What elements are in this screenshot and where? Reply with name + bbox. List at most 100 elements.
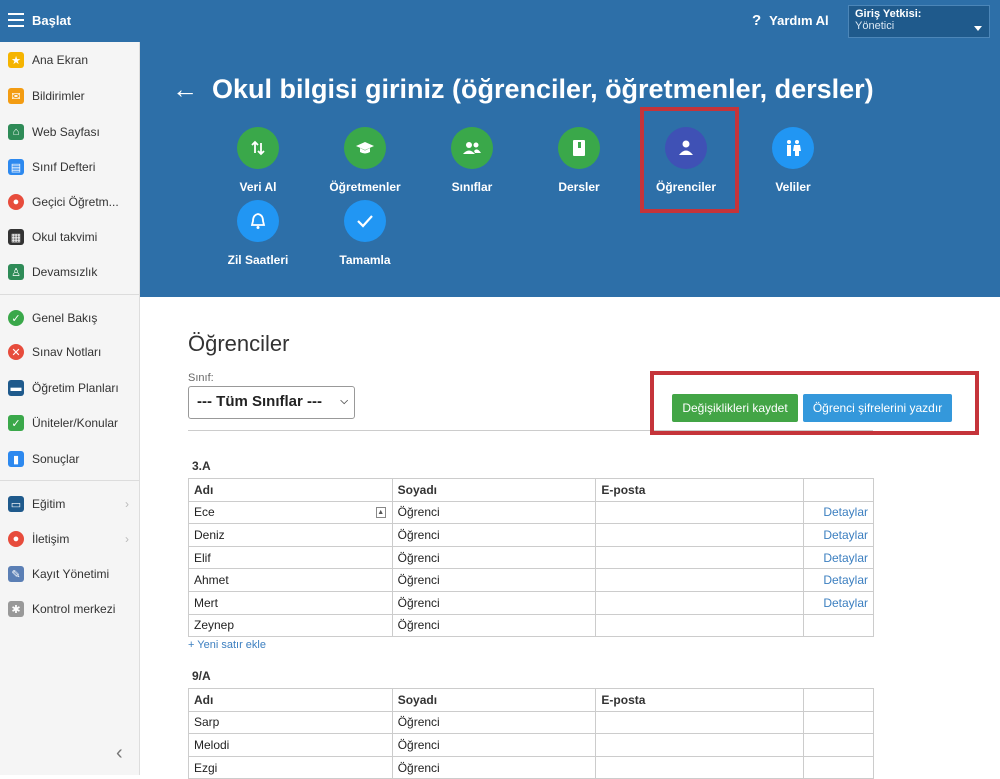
class-label: Sınıf: xyxy=(188,372,214,384)
wizard-step[interactable]: Tamamla xyxy=(315,200,415,267)
wizard-step-label: Öğretmenler xyxy=(329,180,401,194)
email-cell[interactable] xyxy=(595,568,805,592)
authority-dropdown[interactable]: Giriş Yetkisi: Yönetici xyxy=(848,5,990,38)
sidebar-item[interactable]: ▮ Sonuçlar xyxy=(0,445,139,473)
sidebar-item[interactable]: ✱ Kontrol merkezi xyxy=(0,595,139,623)
sidebar-item[interactable]: ● İletişim › xyxy=(0,525,139,553)
wizard-step[interactable]: Veri Al xyxy=(208,127,308,194)
first-name-cell[interactable]: Melodi xyxy=(188,733,393,757)
details-link[interactable]: Detaylar xyxy=(803,590,874,615)
sidebar-item[interactable]: ● Geçici Öğretm... xyxy=(0,188,139,216)
id-card-icon[interactable]: ▲ xyxy=(375,506,386,518)
wizard-step[interactable]: Öğretmenler xyxy=(315,127,415,194)
sidebar-item-label: Geçici Öğretm... xyxy=(32,195,119,209)
help-label: Yardım Al xyxy=(769,13,829,28)
wizard-step[interactable]: Zil Saatleri xyxy=(208,200,308,267)
sidebar-item[interactable]: ▬ Öğretim Planları xyxy=(0,374,139,402)
students-table: Adı Soyadı E-posta Sarp Öğrenci Melodi Öğrenci… xyxy=(188,688,874,779)
email-cell[interactable] xyxy=(595,755,805,779)
first-name-cell[interactable]: Zeynep xyxy=(188,613,393,638)
sidebar-item[interactable]: ▦ Okul takvimi xyxy=(0,223,139,251)
notebook-icon: ▤ xyxy=(8,159,24,175)
email-cell[interactable] xyxy=(595,710,805,735)
last-name-cell[interactable]: Öğrenci xyxy=(391,613,597,638)
first-name-cell[interactable]: Ahmet xyxy=(188,568,393,592)
first-name-text: Ahmet xyxy=(194,573,229,588)
first-name-text: Ezgi xyxy=(194,760,218,775)
details-link[interactable]: Detaylar xyxy=(803,500,874,525)
people-icon xyxy=(451,127,493,169)
first-name-cell[interactable]: Sarp xyxy=(188,710,393,735)
wizard-step[interactable]: Veliler xyxy=(743,127,843,194)
last-name-cell[interactable]: Öğrenci xyxy=(391,523,597,547)
shield-check-icon: ✓ xyxy=(8,415,24,431)
check-circle-icon: ✓ xyxy=(8,310,24,326)
email-cell[interactable] xyxy=(595,500,805,525)
last-name-cell[interactable]: Öğrenci xyxy=(391,755,597,779)
last-name-cell[interactable]: Öğrenci xyxy=(391,500,597,525)
email-cell[interactable] xyxy=(595,523,805,547)
back-arrow-icon[interactable]: ← xyxy=(172,74,198,105)
bar-chart-icon: ▮ xyxy=(8,451,24,467)
table-row: Ece ▲ Öğrenci Detaylar xyxy=(188,500,874,525)
page-title: Okul bilgisi giriniz (öğrenciler, öğretm… xyxy=(212,74,874,104)
sidebar-item[interactable]: ▤ Sınıf Defteri xyxy=(0,153,139,181)
sidebar-item[interactable]: ★ Ana Ekran xyxy=(0,46,139,74)
sidebar-item[interactable]: ✓ Üniteler/Konular xyxy=(0,409,139,437)
sidebar-item[interactable]: ✎ Kayıt Yönetimi xyxy=(0,560,139,588)
class-select-value: --- Tüm Sınıflar --- xyxy=(197,393,322,410)
sidebar-item[interactable]: ▭ Eğitim › xyxy=(0,490,139,518)
bell-icon xyxy=(237,200,279,242)
hamburger-menu-icon[interactable] xyxy=(8,13,24,27)
sidebar: ★ Ana Ekran ✉ Bildirimler ⌂ Web Sayfası ▤ Sınıf… xyxy=(0,42,140,775)
column-header-actions xyxy=(803,688,874,712)
sidebar-item[interactable]: ⌂ Web Sayfası xyxy=(0,118,139,146)
first-name-text: Sarp xyxy=(194,715,220,730)
table-row: Deniz Öğrenci Detaylar xyxy=(188,523,874,547)
first-name-cell[interactable]: Ezgi xyxy=(188,755,393,779)
class-select[interactable]: --- Tüm Sınıflar --- ⌵ xyxy=(188,386,355,419)
details-link xyxy=(803,710,874,735)
graduation-cap-icon xyxy=(344,127,386,169)
substitute-teacher-icon: ● xyxy=(8,194,24,210)
details-link[interactable]: Detaylar xyxy=(803,545,874,570)
details-link[interactable]: Detaylar xyxy=(803,523,874,547)
details-link xyxy=(803,733,874,757)
last-name-cell[interactable]: Öğrenci xyxy=(391,590,597,615)
email-cell[interactable] xyxy=(595,545,805,570)
sidebar-item[interactable]: ✉ Bildirimler xyxy=(0,82,139,110)
column-header-last-name: Soyadı xyxy=(391,478,597,502)
first-name-cell[interactable]: Ece ▲ xyxy=(188,500,393,525)
import-arrows-icon xyxy=(237,127,279,169)
sidebar-item[interactable]: ✓ Genel Bakış xyxy=(0,304,139,332)
start-menu-label[interactable]: Başlat xyxy=(32,13,71,28)
email-cell[interactable] xyxy=(595,613,805,638)
last-name-cell[interactable]: Öğrenci xyxy=(391,710,597,735)
wizard-step-label: Sınıflar xyxy=(451,180,493,194)
email-cell[interactable] xyxy=(595,733,805,757)
wizard-step-label: Tamamla xyxy=(339,253,391,267)
envelope-icon: ✉ xyxy=(8,88,24,104)
sidebar-item[interactable]: ♙ Devamsızlık xyxy=(0,258,139,286)
last-name-cell[interactable]: Öğrenci xyxy=(391,545,597,570)
collapse-sidebar-icon[interactable]: ‹ xyxy=(116,742,123,765)
help-button[interactable]: ? Yardım Al xyxy=(752,12,829,29)
table-row: Ezgi Öğrenci xyxy=(188,755,874,779)
email-cell[interactable] xyxy=(595,590,805,615)
wizard-step[interactable]: Sınıflar xyxy=(422,127,522,194)
first-name-cell[interactable]: Deniz xyxy=(188,523,393,547)
first-name-cell[interactable]: Elif xyxy=(188,545,393,570)
first-name-cell[interactable]: Mert xyxy=(188,590,393,615)
sidebar-item-label: Bildirimler xyxy=(32,89,85,103)
last-name-cell[interactable]: Öğrenci xyxy=(391,733,597,757)
add-row-link[interactable]: + Yeni satır ekle xyxy=(188,639,266,651)
table-row: Zeynep Öğrenci xyxy=(188,613,874,638)
column-header-first-name: Adı xyxy=(188,688,393,712)
sidebar-item[interactable]: ✕ Sınav Notları xyxy=(0,338,139,366)
first-name-text: Elif xyxy=(194,550,211,565)
wizard-step[interactable]: Dersler xyxy=(529,127,629,194)
details-link xyxy=(803,755,874,779)
details-link[interactable]: Detaylar xyxy=(803,568,874,592)
last-name-cell[interactable]: Öğrenci xyxy=(391,568,597,592)
book-icon: ▭ xyxy=(8,496,24,512)
